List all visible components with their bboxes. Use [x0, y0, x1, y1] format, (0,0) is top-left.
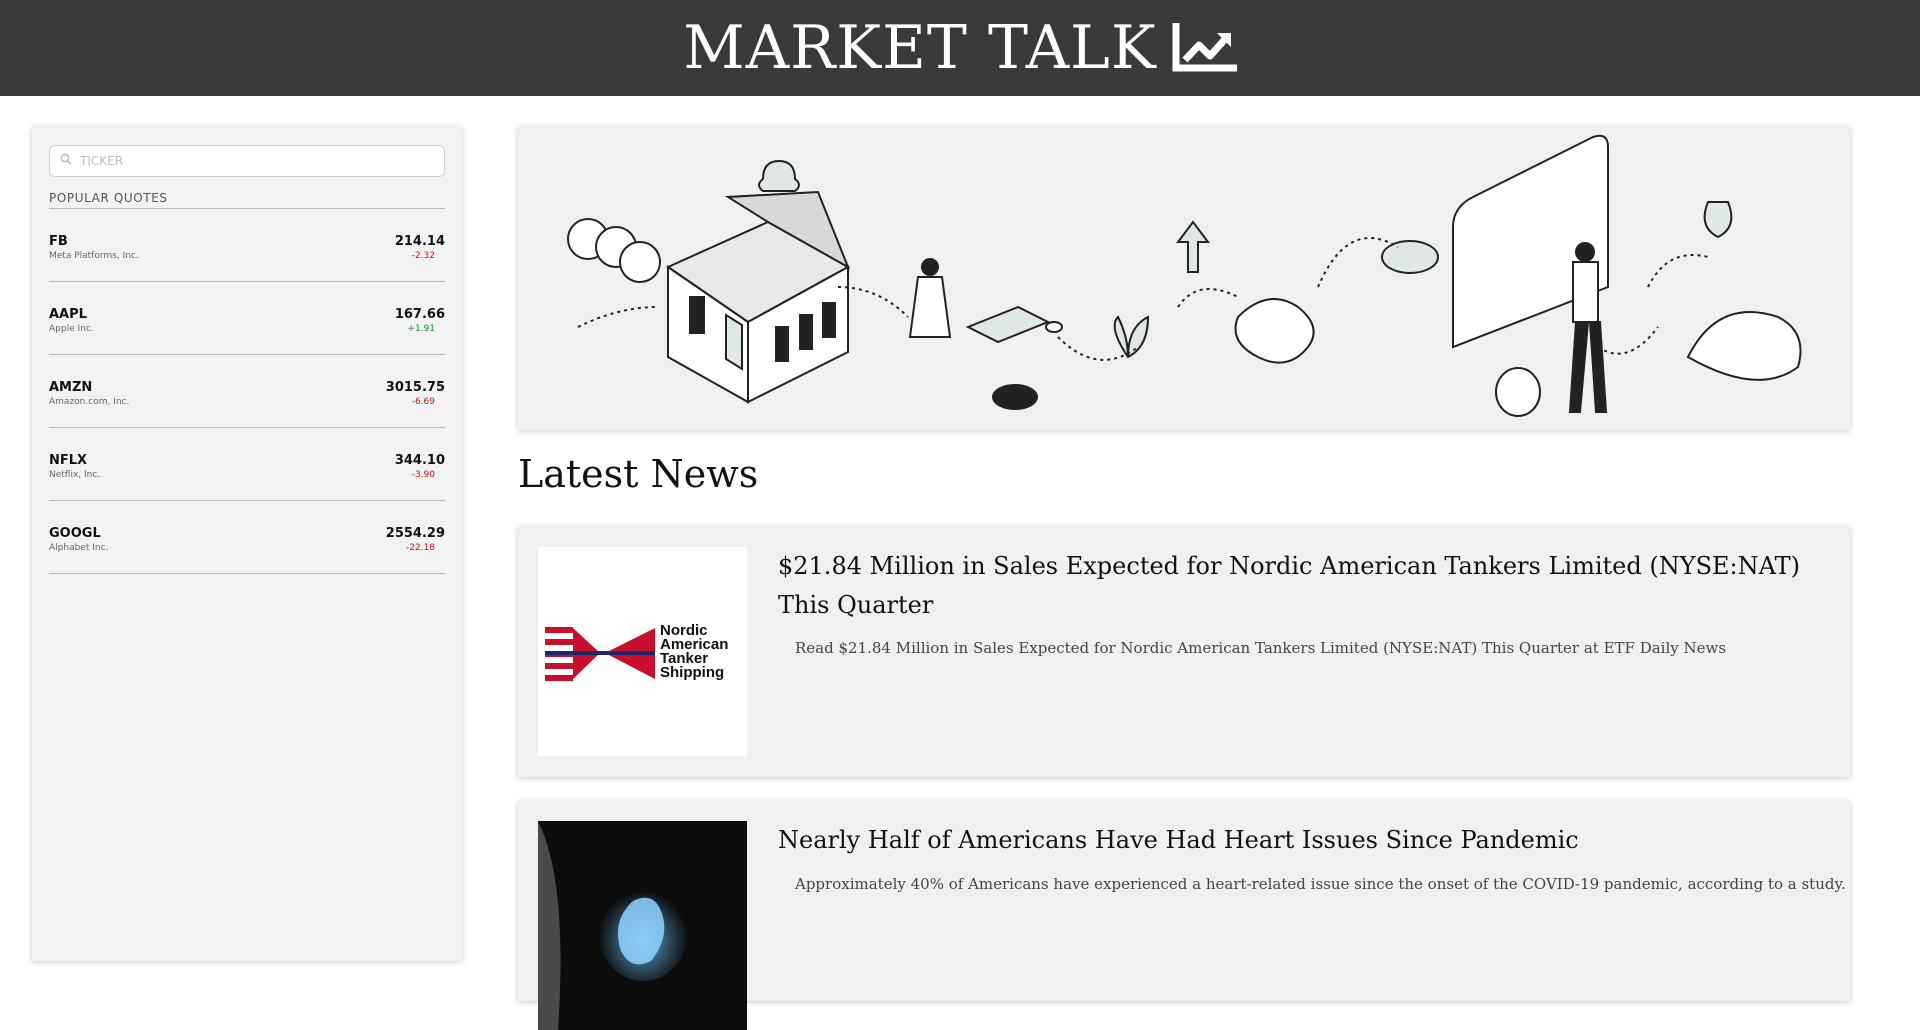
quote-company-name: Apple Inc. [49, 324, 94, 334]
quote-row-amzn[interactable]: AMZN Amazon.com, Inc. 3015.75 -6.69 [49, 355, 445, 428]
brand-title: MARKET TALK [683, 13, 1157, 83]
quote-company-name: Netflix, Inc. [49, 470, 101, 480]
popular-quotes-title: POPULAR QUOTES [49, 191, 445, 209]
quote-row-fb[interactable]: FB Meta Platforms, Inc. 214.14 -2.32 [49, 209, 445, 282]
quote-row-nflx[interactable]: NFLX Netflix, Inc. 344.10 -3.90 [49, 428, 445, 501]
quote-company-name: Alphabet Inc. [49, 543, 109, 553]
news-description: Approximately 40% of Americans have expe… [795, 875, 1846, 893]
quote-row-googl[interactable]: GOOGL Alphabet Inc. 2554.29 -22.18 [49, 501, 445, 574]
hero-illustration [518, 127, 1850, 430]
quote-price: 214.14 [394, 234, 445, 249]
quote-symbol: AAPL [49, 307, 87, 322]
quote-symbol: AMZN [49, 380, 93, 395]
quote-change: -2.32 [411, 251, 435, 261]
news-card[interactable]: Nearly Half of Americans Have Had Heart … [518, 801, 1850, 1030]
news-title[interactable]: Nearly Half of Americans Have Had Heart … [778, 821, 1818, 860]
quote-symbol: FB [49, 234, 68, 249]
thumb-logo-line: Shipping [660, 664, 724, 681]
quote-change: -3.90 [411, 470, 435, 480]
news-description: Read $21.84 Million in Sales Expected fo… [795, 639, 1727, 657]
quote-price: 2554.29 [385, 526, 445, 541]
quote-change: -22.18 [405, 543, 435, 553]
news-thumbnail[interactable]: Nordic American Tanker Shipping [538, 547, 747, 756]
news-thumbnail[interactable] [538, 821, 747, 1030]
ticker-search-input[interactable] [80, 154, 410, 168]
quote-change: -6.69 [411, 397, 435, 407]
market-illustration [567, 134, 1802, 417]
quote-company-name: Amazon.com, Inc. [49, 397, 130, 407]
quote-change: +1.91 [407, 324, 435, 334]
quotes-sidebar: POPULAR QUOTES FB Meta Platforms, Inc. 2… [32, 127, 462, 961]
latest-news-heading: Latest News [518, 452, 759, 496]
news-title[interactable]: $21.84 Million in Sales Expected for Nor… [778, 547, 1818, 625]
quote-row-aapl[interactable]: AAPL Apple Inc. 167.66 +1.91 [49, 282, 445, 355]
search-icon [60, 152, 72, 170]
news-card[interactable]: Nordic American Tanker Shipping $21.84 M… [518, 527, 1850, 777]
top-header: MARKET TALK [0, 0, 1920, 96]
quote-symbol: GOOGL [49, 526, 101, 541]
quote-symbol: NFLX [49, 453, 88, 468]
quote-price: 3015.75 [385, 380, 445, 395]
quote-company-name: Meta Platforms, Inc. [49, 251, 139, 261]
brand-logo[interactable]: MARKET TALK [683, 13, 1237, 83]
quote-price: 344.10 [394, 453, 445, 468]
ticker-search[interactable] [49, 145, 445, 177]
quote-price: 167.66 [394, 307, 445, 322]
chart-line-icon [1171, 23, 1237, 73]
